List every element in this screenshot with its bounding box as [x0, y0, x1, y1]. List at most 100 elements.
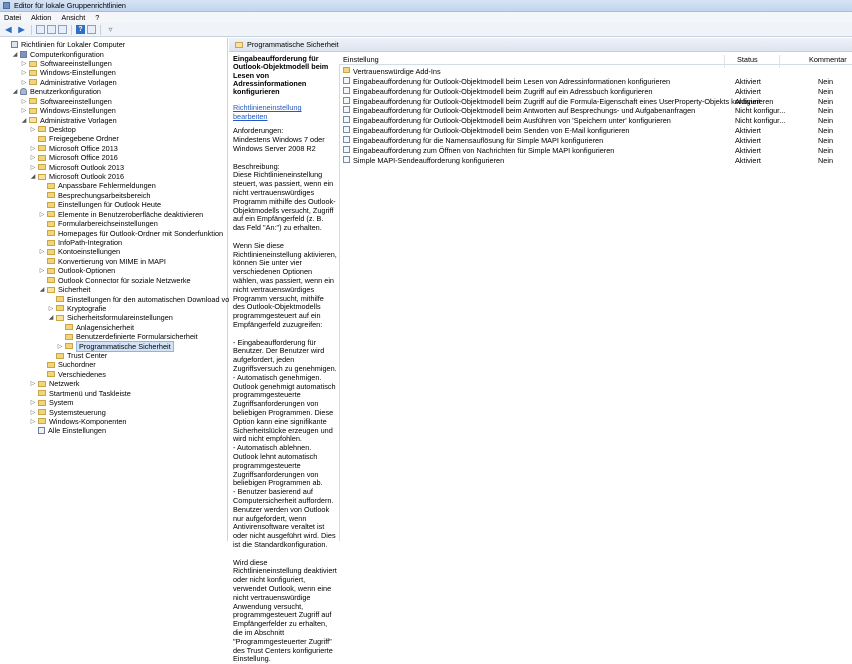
list-row[interactable]: Eingabeaufforderung für Outlook-Objektmo…	[339, 125, 852, 135]
folder-icon	[38, 135, 46, 142]
tree-node[interactable]: ▷ Windows-Einstellungen	[21, 68, 116, 77]
setting-comment: Nein	[818, 76, 834, 86]
tree-node[interactable]: Anlagensicherheit	[57, 323, 134, 332]
tree-node[interactable]: ▷ Elemente in Benutzeroberfläche deaktivi…	[39, 210, 204, 219]
title-bar: Editor für lokale Gruppenrichtlinien	[0, 0, 852, 12]
menu-aktion[interactable]: Aktion	[31, 13, 51, 22]
menu-datei[interactable]: Datei	[4, 13, 21, 22]
folder-icon	[38, 399, 46, 406]
expand-arrow-icon[interactable]: ▷	[39, 248, 45, 255]
tree-node[interactable]: Verschiedenes	[39, 370, 106, 379]
list-row[interactable]: Eingabeaufforderung für Outlook-Objektmo…	[339, 96, 852, 106]
list-row[interactable]: Simple MAPI-Sendeaufforderung konfigurie…	[339, 155, 852, 165]
expand-arrow-icon[interactable]: ▷	[30, 164, 36, 171]
tree-node[interactable]: ▷ Kontoeinstellungen	[39, 247, 120, 256]
expand-arrow-icon[interactable]: ▷	[30, 154, 36, 161]
expand-arrow-icon[interactable]: ▷	[30, 399, 36, 406]
tree-node[interactable]: Besprechungsarbeitsbereich	[39, 191, 150, 200]
tree-node[interactable]: ◢ Microsoft Outlook 2016	[30, 172, 124, 181]
expand-arrow-icon[interactable]: ▷	[21, 69, 27, 76]
tree-node-label: Windows-Komponenten	[49, 416, 127, 426]
tree-node-label: Outlook Connector für soziale Netzwerke	[58, 275, 191, 285]
tree-node[interactable]: ▷ Softwareeinstellungen	[21, 97, 112, 106]
collapse-arrow-icon[interactable]: ◢	[12, 88, 18, 95]
tree-node[interactable]: Startmenü und Taskleiste	[30, 389, 131, 398]
filter-icon[interactable]: ▿	[105, 24, 116, 35]
tree-node[interactable]: ◢ Sicherheit	[39, 285, 91, 294]
show-hide-tree-icon[interactable]	[47, 25, 56, 34]
tree-node[interactable]: ▷ Desktop	[30, 125, 76, 134]
list-row[interactable]: Eingabeaufforderung für Outlook-Objektmo…	[339, 105, 852, 115]
tree-node[interactable]: ▷ Microsoft Office 2016	[30, 153, 118, 162]
tree-node[interactable]: ▷ Administrative Vorlagen	[21, 78, 117, 87]
tree-node[interactable]: ▷ Netzwerk	[30, 379, 80, 388]
tree-node[interactable]: Formularbereichseinstellungen	[39, 219, 158, 228]
list-row[interactable]: Eingabeaufforderung für die Namensauflös…	[339, 135, 852, 145]
tree-node[interactable]: Suchordner	[39, 360, 96, 369]
collapse-arrow-icon[interactable]: ◢	[48, 314, 54, 321]
tree-node[interactable]: ▷ Softwareeinstellungen	[21, 59, 112, 68]
tree-node[interactable]: ▷ System	[30, 398, 74, 407]
expand-arrow-icon[interactable]: ▷	[30, 145, 36, 152]
tree-node[interactable]: ▷ Outlook-Optionen	[39, 266, 116, 275]
tree-node[interactable]: ▷ Windows-Einstellungen	[21, 106, 116, 115]
collapse-arrow-icon[interactable]: ◢	[12, 51, 18, 58]
expand-arrow-icon[interactable]: ▷	[48, 305, 54, 312]
edit-policy-link[interactable]: Richtlinieneinstellung bearbeiten	[233, 103, 337, 121]
tree-node-label: Freigegebene Ordner	[49, 134, 119, 144]
expand-arrow-icon[interactable]: ▷	[30, 126, 36, 133]
tree-node[interactable]: ▷ Microsoft Outlook 2013	[30, 162, 124, 172]
column-header-comment[interactable]: Kommentar	[809, 55, 847, 64]
expand-arrow-icon[interactable]: ▷	[21, 98, 27, 105]
collapse-arrow-icon[interactable]: ◢	[21, 117, 27, 124]
menu-ansicht[interactable]: Ansicht	[61, 13, 85, 22]
tree-node[interactable]: Trust Center	[48, 351, 107, 360]
tree-node[interactable]: Freigegebene Ordner	[30, 134, 119, 143]
list-row[interactable]: Eingabeaufforderung für Outlook-Objektmo…	[339, 86, 852, 96]
tree-node[interactable]: ▷ Microsoft Office 2013	[30, 144, 118, 153]
expand-arrow-icon[interactable]: ▷	[21, 79, 27, 86]
list-row[interactable]: Eingabeaufforderung für Outlook-Objektmo…	[339, 76, 852, 86]
column-header-setting[interactable]: Einstellung	[343, 55, 379, 64]
tree-node[interactable]: InfoPath-Integration	[39, 238, 122, 247]
expand-arrow-icon[interactable]: ▷	[21, 107, 27, 114]
expand-arrow-icon[interactable]: ▷	[30, 418, 36, 425]
tree-node[interactable]: ◢ Benutzerkonfiguration	[12, 87, 101, 96]
tree-node[interactable]: Konvertierung von MIME in MAPI	[39, 257, 166, 266]
list-row[interactable]: Eingabeaufforderung für Outlook-Objektmo…	[339, 115, 852, 125]
tree-node[interactable]: Alle Einstellungen	[30, 426, 106, 435]
tree-node[interactable]: ◢ Sicherheitsformulareinstellungen	[48, 313, 173, 322]
tree-node[interactable]: Anpassbare Fehlermeldungen	[39, 181, 156, 190]
expand-arrow-icon[interactable]: ▷	[21, 60, 27, 67]
tree-node[interactable]: ▷ Kryptografie	[48, 304, 107, 313]
column-header-status[interactable]: Status	[737, 55, 758, 64]
tree-node[interactable]: Outlook Connector für soziale Netzwerke	[39, 276, 191, 285]
tree-node[interactable]: ▷ Systemsteuerung	[30, 407, 106, 417]
up-folder-icon[interactable]	[36, 25, 45, 34]
expand-arrow-icon[interactable]: ▷	[30, 380, 36, 387]
collapse-arrow-icon[interactable]: ◢	[39, 286, 45, 293]
expand-arrow-icon[interactable]: ▷	[30, 409, 36, 416]
list-row[interactable]: Eingabeaufforderung zum Öffnen von Nachr…	[339, 145, 852, 155]
properties-icon[interactable]	[87, 25, 96, 34]
list-row[interactable]: Vertrauenswürdige Add-Ins	[339, 66, 852, 76]
expand-arrow-icon[interactable]: ▷	[39, 267, 45, 274]
tree-node[interactable]: ◢ Administrative Vorlagen	[21, 115, 117, 125]
back-icon[interactable]: ◀	[3, 24, 14, 35]
tree-node[interactable]: Richtlinien für Lokaler Computer	[3, 40, 125, 49]
tree-node[interactable]: Einstellungen für Outlook Heute	[39, 200, 161, 209]
navigation-tree[interactable]: Richtlinien für Lokaler Computer ◢ Compute…	[0, 38, 258, 541]
tree-node[interactable]: ▷ Programmatische Sicherheit	[57, 340, 174, 352]
tree-node[interactable]: Einstellungen für den automatischen Down…	[48, 294, 258, 304]
tree-node[interactable]: ◢ Computerkonfiguration	[12, 49, 104, 59]
menu-help[interactable]: ?	[95, 13, 99, 22]
export-list-icon[interactable]	[58, 25, 67, 34]
expand-arrow-icon[interactable]: ▷	[57, 343, 63, 350]
forward-icon[interactable]: ▶	[16, 24, 27, 35]
collapse-arrow-icon[interactable]: ◢	[30, 173, 36, 180]
tree-node[interactable]: Homepages für Outlook-Ordner mit Sonderf…	[39, 228, 223, 238]
setting-comment: Nein	[818, 145, 834, 155]
tree-node[interactable]: ▷ Windows-Komponenten	[30, 416, 127, 426]
expand-arrow-icon[interactable]: ▷	[39, 211, 45, 218]
help-icon[interactable]: ?	[76, 25, 85, 34]
